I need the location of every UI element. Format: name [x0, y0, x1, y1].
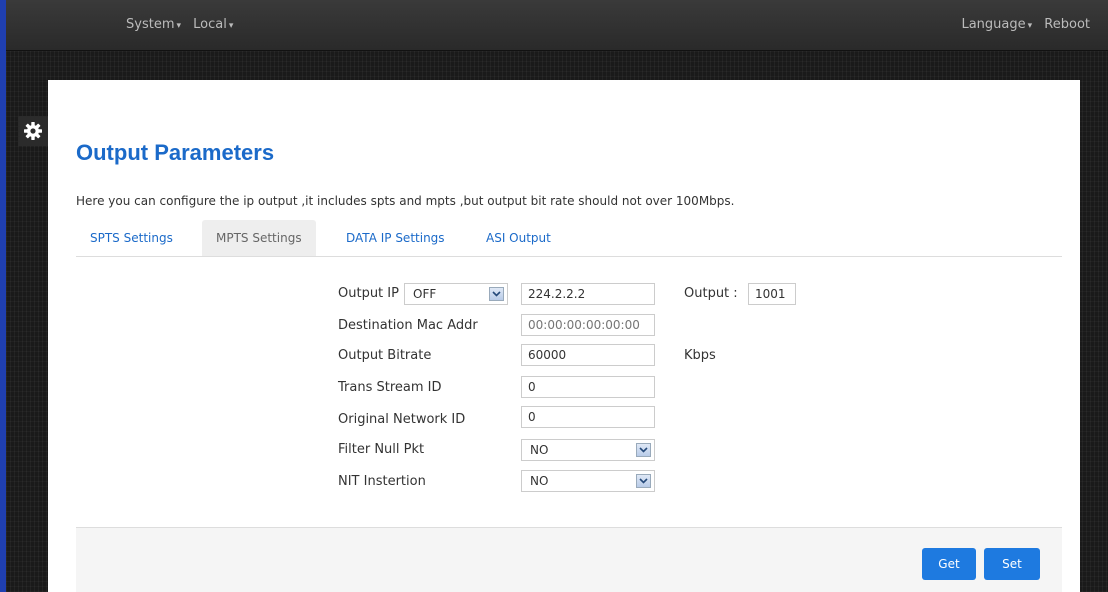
bitrate-field[interactable]	[521, 344, 655, 366]
page-description: Here you can configure the ip output ,it…	[76, 194, 735, 208]
filter-null-label: Filter Null Pkt	[338, 442, 425, 457]
dest-mac-field[interactable]	[521, 314, 655, 336]
caret-down-icon: ▾	[1027, 21, 1033, 31]
output-port-label: Output :	[684, 286, 738, 301]
output-ip-select-value: OFF	[413, 287, 437, 301]
nav-system[interactable]: System ▾	[126, 17, 181, 32]
nav-language-label: Language	[961, 17, 1026, 32]
nav-local-label: Local	[193, 17, 227, 32]
gear-icon	[24, 122, 42, 140]
nit-insertion-select[interactable]: NO	[521, 470, 655, 492]
nav-left-group: System ▾ Local ▾	[126, 17, 241, 32]
get-button[interactable]: Get	[922, 548, 976, 580]
dest-mac-label: Destination Mac Addr	[338, 318, 478, 333]
output-ip-enable-select[interactable]: OFF	[404, 283, 508, 305]
nav-local[interactable]: Local ▾	[193, 17, 233, 32]
caret-down-icon: ▾	[176, 21, 182, 31]
page-title: Output Parameters	[76, 140, 275, 165]
ts-id-label: Trans Stream ID	[338, 380, 442, 395]
nit-label: NIT Instertion	[338, 474, 426, 489]
onid-field[interactable]	[521, 406, 655, 428]
nav-language[interactable]: Language ▾	[961, 17, 1032, 32]
main-panel: Output Parameters Here you can configure…	[48, 80, 1080, 592]
nav-reboot[interactable]: Reboot	[1044, 17, 1090, 32]
output-ip-field[interactable]	[521, 283, 655, 305]
chevron-down-icon	[636, 474, 651, 488]
form-footer: Get Set	[76, 527, 1062, 592]
filter-null-select-value: NO	[530, 443, 549, 457]
top-navbar: System ▾ Local ▾ Language ▾ Reboot	[6, 0, 1108, 51]
tab-asi-output[interactable]: ASI Output	[472, 220, 565, 256]
tab-spts-settings[interactable]: SPTS Settings	[76, 220, 187, 256]
output-port-field[interactable]	[748, 283, 796, 305]
tab-data-ip-settings[interactable]: DATA IP Settings	[332, 220, 459, 256]
tab-bar: SPTS Settings MPTS Settings DATA IP Sett…	[76, 220, 1062, 257]
nav-right-group: Language ▾ Reboot	[953, 17, 1090, 32]
chevron-down-icon	[489, 287, 504, 301]
filter-null-select[interactable]: NO	[521, 439, 655, 461]
nav-system-label: System	[126, 17, 175, 32]
onid-label: Original Network ID	[338, 412, 466, 427]
chevron-down-icon	[636, 443, 651, 457]
nit-select-value: NO	[530, 474, 549, 488]
output-ip-label: Output IP	[338, 286, 399, 301]
nav-reboot-label: Reboot	[1044, 17, 1090, 32]
bitrate-unit: Kbps	[684, 348, 716, 363]
set-button[interactable]: Set	[984, 548, 1040, 580]
ts-id-field[interactable]	[521, 376, 655, 398]
settings-toggle[interactable]	[18, 116, 48, 146]
caret-down-icon: ▾	[228, 21, 234, 31]
tab-mpts-settings[interactable]: MPTS Settings	[202, 220, 316, 256]
bitrate-label: Output Bitrate	[338, 348, 432, 363]
